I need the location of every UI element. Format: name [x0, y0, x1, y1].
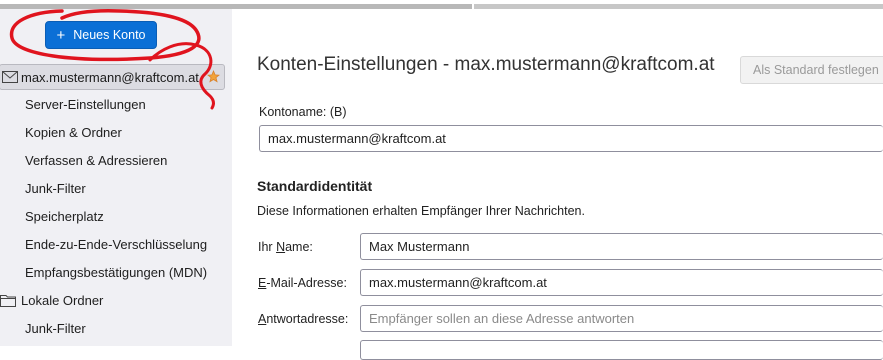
reply-to-label: Antwortadresse: [258, 312, 348, 326]
name-label-accesskey: N [276, 240, 286, 254]
folder-icon [0, 295, 16, 307]
new-account-button[interactable]: + Neues Konto [45, 21, 157, 49]
organization-field[interactable] [360, 340, 883, 360]
email-label: E-Mail-Adresse: [258, 276, 347, 290]
plus-icon: + [56, 26, 66, 44]
new-account-label: Neues Konto [73, 28, 146, 42]
page-title: Konten-Einstellungen - max.mustermann@kr… [257, 54, 715, 75]
account-label: max.mustermann@kraftcom.at [21, 69, 199, 85]
account-sidebar: + Neues Konto max.mustermann@kraftcom.at… [0, 9, 232, 346]
name-field[interactable]: Max Mustermann [360, 233, 883, 260]
mail-icon [2, 71, 18, 83]
sidebar-item-local-folders[interactable]: Lokale Ordner [0, 293, 103, 308]
sidebar-item-composition[interactable]: Verfassen & Adressieren [25, 153, 167, 168]
sidebar-item-receipts[interactable]: Empfangsbestätigungen (MDN) [25, 265, 207, 280]
sidebar-item-e2e-encryption[interactable]: Ende-zu-Ende-Verschlüsselung [25, 237, 207, 252]
top-edge-bar-right [474, 4, 883, 9]
sidebar-item-disk-space[interactable]: Speicherplatz [25, 209, 104, 224]
identity-description: Diese Informationen erhalten Empfänger I… [257, 204, 585, 218]
account-name-label: Kontoname: (B) [259, 105, 347, 119]
star-icon [207, 70, 220, 83]
sidebar-item-junk-filter[interactable]: Junk-Filter [25, 181, 86, 196]
sidebar-item-copies-folders[interactable]: Kopien & Ordner [25, 125, 122, 140]
sidebar-item-local-junk-filter[interactable]: Junk-Filter [25, 321, 86, 336]
local-folders-label: Lokale Ordner [21, 293, 104, 308]
set-default-button[interactable]: Als Standard festlegen [740, 56, 883, 84]
account-name-field[interactable]: max.mustermann@kraftcom.at [259, 125, 883, 152]
email-field[interactable]: max.mustermann@kraftcom.at [360, 269, 883, 296]
identity-title: Standardidentität [257, 178, 373, 194]
sidebar-item-account[interactable]: max.mustermann@kraftcom.at [0, 64, 225, 90]
name-label: Ihr Name: [258, 240, 313, 254]
reply-to-field[interactable]: Empfänger sollen an diese Adresse antwor… [360, 305, 883, 332]
name-label-prefix: Ihr [258, 240, 277, 254]
sidebar-item-server-settings[interactable]: Server-Einstellungen [25, 97, 146, 112]
email-label-suffix: -Mail-Adresse: [266, 276, 347, 290]
reply-to-label-suffix: ntwortadresse: [266, 312, 349, 326]
name-label-suffix: ame: [285, 240, 313, 254]
